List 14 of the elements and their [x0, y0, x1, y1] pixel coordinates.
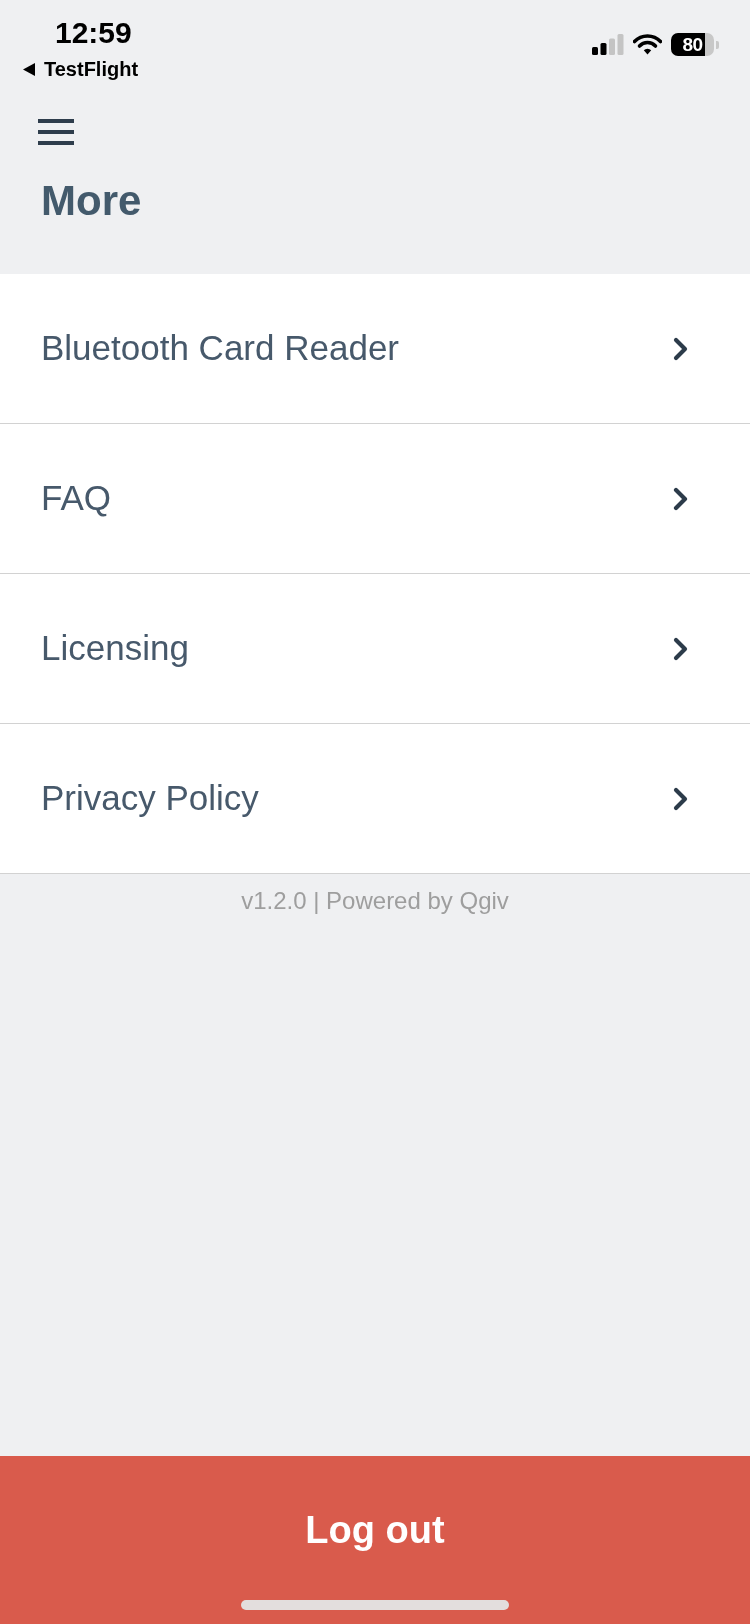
logout-button[interactable]: Log out: [0, 1456, 750, 1624]
version-footer: v1.2.0 | Powered by Qgiv: [241, 887, 509, 915]
wifi-icon: [633, 34, 662, 55]
chevron-right-icon: [673, 336, 689, 361]
back-to-app-link[interactable]: TestFlight: [23, 57, 139, 81]
chevron-right-icon: [673, 786, 689, 811]
back-triangle-icon: [23, 62, 35, 76]
menu-button[interactable]: [38, 119, 74, 145]
signal-icon: [592, 34, 624, 55]
page-title: More: [41, 180, 142, 222]
chevron-right-icon: [673, 636, 689, 661]
chevron-right-icon: [673, 486, 689, 511]
status-time: 12:59: [55, 15, 132, 51]
battery-indicator: 80: [671, 33, 719, 56]
